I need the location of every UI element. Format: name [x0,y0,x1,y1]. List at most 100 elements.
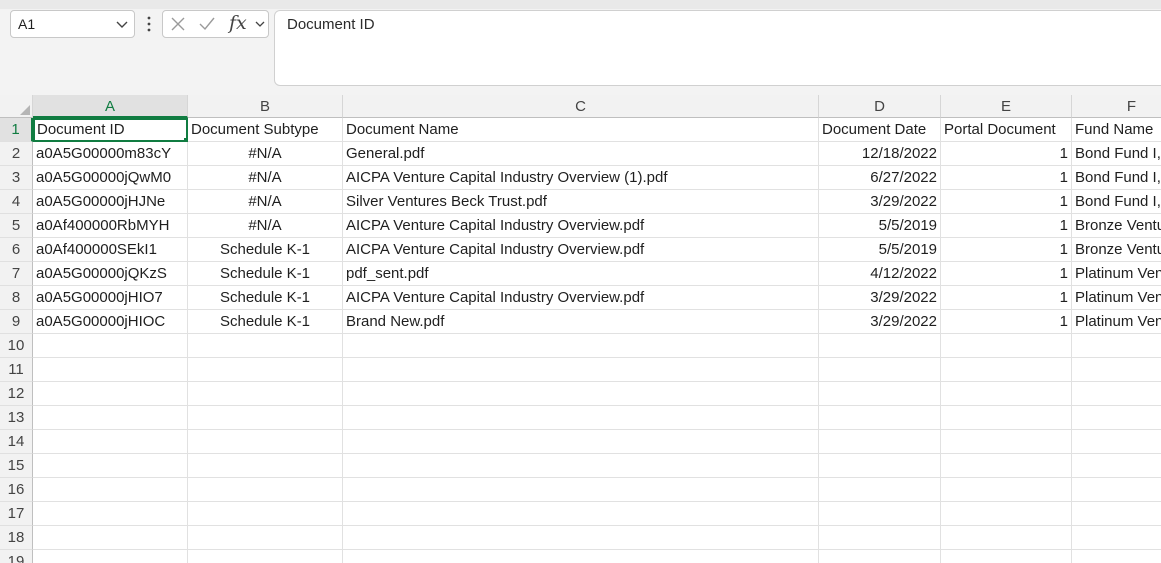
table-cell[interactable]: #N/A [188,214,343,238]
table-cell[interactable]: AICPA Venture Capital Industry Overview.… [343,238,819,262]
table-cell[interactable]: Schedule K-1 [188,286,343,310]
table-cell[interactable]: Platinum Ventures [1072,286,1161,310]
table-cell[interactable] [941,550,1072,563]
row-header-5[interactable]: 5 [0,214,33,238]
table-cell[interactable] [343,526,819,550]
table-cell[interactable] [819,382,941,406]
table-cell[interactable] [819,358,941,382]
table-cell[interactable]: a0A5G00000jHJNe [33,190,188,214]
table-cell[interactable] [1072,358,1161,382]
table-cell[interactable] [819,502,941,526]
table-cell[interactable] [33,454,188,478]
table-cell[interactable]: #N/A [188,166,343,190]
row-header-15[interactable]: 15 [0,454,33,478]
column-header-f[interactable]: F [1072,95,1161,118]
row-header-4[interactable]: 4 [0,190,33,214]
table-cell[interactable] [33,478,188,502]
table-cell[interactable] [819,334,941,358]
table-cell[interactable]: AICPA Venture Capital Industry Overview.… [343,286,819,310]
column-header-b[interactable]: B [188,95,343,118]
table-cell[interactable] [1072,478,1161,502]
table-cell[interactable] [188,430,343,454]
table-cell[interactable] [941,382,1072,406]
table-cell[interactable] [33,526,188,550]
table-cell[interactable]: AICPA Venture Capital Industry Overview.… [343,214,819,238]
row-header-1[interactable]: 1 [0,118,33,142]
table-cell[interactable] [343,358,819,382]
table-cell[interactable] [33,406,188,430]
row-header-2[interactable]: 2 [0,142,33,166]
table-cell[interactable] [819,406,941,430]
table-cell[interactable]: a0Af400000RbMYH [33,214,188,238]
table-cell[interactable]: Brand New.pdf [343,310,819,334]
spreadsheet-grid[interactable]: A B C D E F 1 Document ID Document Subtype Docume… [0,95,1161,563]
table-cell[interactable] [188,358,343,382]
table-cell[interactable]: 1 [941,286,1072,310]
table-cell[interactable] [33,430,188,454]
table-cell[interactable] [941,478,1072,502]
table-cell[interactable] [343,550,819,563]
row-header-7[interactable]: 7 [0,262,33,286]
table-cell[interactable]: a0Af400000SEkI1 [33,238,188,262]
table-cell[interactable] [819,478,941,502]
table-cell[interactable] [1072,550,1161,563]
table-cell[interactable]: pdf_sent.pdf [343,262,819,286]
insert-function-icon[interactable]: fx [229,12,247,34]
header-cell[interactable]: Document Date [819,118,941,142]
row-header-6[interactable]: 6 [0,238,33,262]
row-header-9[interactable]: 9 [0,310,33,334]
table-cell[interactable]: 4/12/2022 [819,262,941,286]
table-cell[interactable]: 1 [941,142,1072,166]
column-header-c[interactable]: C [343,95,819,118]
table-cell[interactable] [343,334,819,358]
table-cell[interactable]: 1 [941,238,1072,262]
table-cell[interactable]: a0A5G00000jHIO7 [33,286,188,310]
table-cell[interactable]: Silver Ventures Beck Trust.pdf [343,190,819,214]
column-header-a[interactable]: A [33,95,188,118]
name-box[interactable]: A1 [10,10,135,38]
formula-bar[interactable]: Document ID [274,10,1161,86]
table-cell[interactable]: 6/27/2022 [819,166,941,190]
table-cell[interactable]: a0A5G00000m83cY [33,142,188,166]
table-cell[interactable] [188,502,343,526]
table-cell[interactable] [33,382,188,406]
row-header-14[interactable]: 14 [0,430,33,454]
table-cell[interactable]: 3/29/2022 [819,310,941,334]
table-cell[interactable]: General.pdf [343,142,819,166]
table-cell[interactable]: 1 [941,214,1072,238]
table-cell[interactable] [819,454,941,478]
row-header-8[interactable]: 8 [0,286,33,310]
table-cell[interactable]: #N/A [188,190,343,214]
table-cell[interactable]: Bond Fund I, LP [1072,190,1161,214]
table-cell[interactable] [343,382,819,406]
table-cell[interactable] [1072,406,1161,430]
row-header-3[interactable]: 3 [0,166,33,190]
table-cell[interactable]: 1 [941,190,1072,214]
table-cell[interactable] [941,358,1072,382]
table-cell[interactable] [33,358,188,382]
table-cell[interactable]: #N/A [188,142,343,166]
table-cell[interactable]: a0A5G00000jQwM0 [33,166,188,190]
table-cell[interactable]: 1 [941,310,1072,334]
x-icon[interactable] [170,16,186,32]
table-cell[interactable]: a0A5G00000jQKzS [33,262,188,286]
table-cell[interactable] [819,526,941,550]
table-cell[interactable] [1072,526,1161,550]
row-header-17[interactable]: 17 [0,502,33,526]
table-cell[interactable] [1072,430,1161,454]
table-cell[interactable] [941,430,1072,454]
table-cell[interactable] [188,334,343,358]
table-cell[interactable] [941,502,1072,526]
table-cell[interactable] [1072,382,1161,406]
row-header-18[interactable]: 18 [0,526,33,550]
table-cell[interactable]: Bond Fund I, LP [1072,166,1161,190]
table-cell[interactable] [188,526,343,550]
table-cell[interactable]: a0A5G00000jHIOC [33,310,188,334]
table-cell[interactable]: 3/29/2022 [819,190,941,214]
chevron-down-icon[interactable] [115,17,129,31]
table-cell[interactable] [33,334,188,358]
table-cell[interactable] [188,406,343,430]
table-cell[interactable] [1072,454,1161,478]
chevron-down-icon[interactable] [254,17,266,31]
select-all-button[interactable] [0,95,33,118]
